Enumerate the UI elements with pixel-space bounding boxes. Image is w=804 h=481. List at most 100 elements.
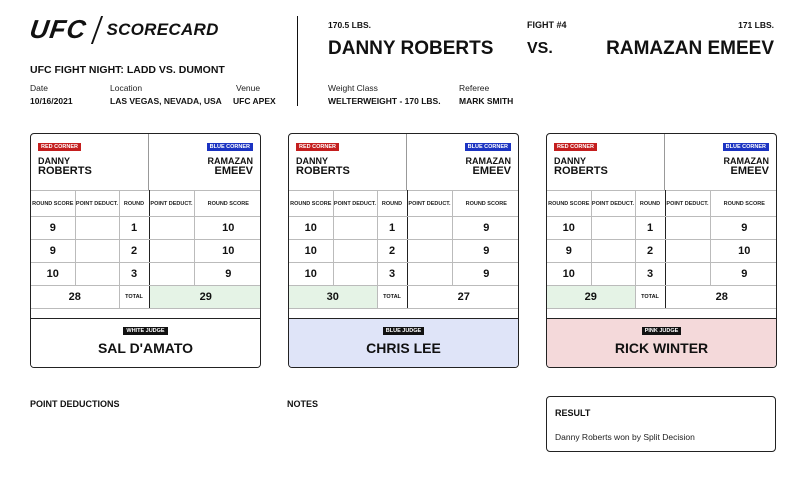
red-point-deduct <box>74 216 120 240</box>
blue-round-score: 10 <box>193 216 260 240</box>
round-number: 3 <box>376 262 408 286</box>
round-number: 1 <box>376 216 408 240</box>
judge-section: BLUE JUDGE CHRIS LEE <box>289 318 518 367</box>
blue-round-score: 9 <box>451 262 518 286</box>
weight-class-label: Weight Class <box>328 83 378 93</box>
round-header: ROUND <box>118 190 150 217</box>
judge-name: CHRIS LEE <box>366 340 441 356</box>
round-number: 2 <box>118 239 150 263</box>
result-box: RESULT Danny Roberts won by Split Decisi… <box>546 396 776 452</box>
blue-round-score: 10 <box>709 239 776 263</box>
red-round-score-header: ROUND SCORE <box>547 190 592 217</box>
card-blue-fighter: RAMAZAN EMEEV <box>466 156 512 177</box>
red-total-score: 29 <box>547 285 636 309</box>
card-red-fighter: DANNY ROBERTS <box>296 156 350 177</box>
blue-corner-badge: BLUE CORNER <box>206 143 253 151</box>
card-red-last-name: ROBERTS <box>296 165 350 177</box>
red-round-score: 10 <box>547 216 592 240</box>
venue-value: UFC APEX <box>233 96 276 106</box>
red-point-deduct <box>74 239 120 263</box>
card-header-divider <box>664 134 665 190</box>
judge-section: WHITE JUDGE SAL D'AMATO <box>31 318 260 367</box>
score-table: ROUND SCORE POINT DEDUCT. ROUND POINT DE… <box>31 190 260 309</box>
red-round-score: 9 <box>31 216 76 240</box>
red-point-deduct <box>590 239 636 263</box>
round-row: 9 2 10 <box>31 239 260 263</box>
card-fighter-header: RED CORNER DANNY ROBERTS BLUE CORNER RAM… <box>547 134 776 190</box>
blue-fighter-weight: 171 LBS. <box>738 20 774 30</box>
red-point-deduct <box>332 216 378 240</box>
blue-point-deduct <box>664 262 711 286</box>
blue-total-score: 28 <box>664 285 776 309</box>
blue-point-deduct-header: POINT DEDUCT. <box>664 190 711 217</box>
referee-label: Referee <box>459 83 490 93</box>
red-corner-badge: RED CORNER <box>554 143 597 151</box>
red-total-score: 28 <box>31 285 120 309</box>
red-point-deduct-header: POINT DEDUCT. <box>74 190 120 217</box>
round-row: 10 3 9 <box>289 262 518 286</box>
blue-round-score: 9 <box>451 216 518 240</box>
red-round-score: 10 <box>289 216 334 240</box>
judge-name: SAL D'AMATO <box>97 340 194 356</box>
judge-color-badge: WHITE JUDGE <box>123 327 168 335</box>
card-blue-last-name: EMEEV <box>472 165 511 177</box>
blue-round-score-header: ROUND SCORE <box>709 190 776 217</box>
round-header: ROUND <box>634 190 666 217</box>
red-round-score: 9 <box>31 239 76 263</box>
card-fighter-header: RED CORNER DANNY ROBERTS BLUE CORNER RAM… <box>31 134 260 190</box>
result-text: Danny Roberts won by Split Decision <box>555 432 695 442</box>
round-row: 10 3 9 <box>547 262 776 286</box>
round-row: 10 2 9 <box>289 239 518 263</box>
red-corner-badge: RED CORNER <box>38 143 81 151</box>
round-number: 3 <box>118 262 150 286</box>
card-red-fighter: DANNY ROBERTS <box>554 156 608 177</box>
header-divider <box>297 16 298 106</box>
round-row: 10 1 9 <box>289 216 518 240</box>
score-table-header: ROUND SCORE POINT DEDUCT. ROUND POINT DE… <box>547 190 776 217</box>
total-row: 28 TOTAL 29 <box>31 285 260 309</box>
blue-total-score: 27 <box>406 285 518 309</box>
red-round-score: 10 <box>289 262 334 286</box>
judge-color-badge: BLUE JUDGE <box>382 327 425 335</box>
blue-point-deduct-header: POINT DEDUCT. <box>406 190 453 217</box>
round-number: 3 <box>634 262 666 286</box>
total-row: 29 TOTAL 28 <box>547 285 776 309</box>
card-header-divider <box>148 134 149 190</box>
card-header-divider <box>406 134 407 190</box>
date-value: 10/16/2021 <box>30 96 73 106</box>
vs-label: VS. <box>527 40 553 57</box>
blue-round-score-header: ROUND SCORE <box>451 190 518 217</box>
red-round-score-header: ROUND SCORE <box>31 190 76 217</box>
round-number: 2 <box>634 239 666 263</box>
red-point-deduct <box>332 262 378 286</box>
total-label: TOTAL <box>118 285 150 309</box>
blue-point-deduct <box>664 216 711 240</box>
card-blue-fighter: RAMAZAN EMEEV <box>208 156 254 177</box>
location-value: LAS VEGAS, NEVADA, USA <box>110 96 222 106</box>
round-row: 10 3 9 <box>31 262 260 286</box>
blue-total-score: 29 <box>148 285 260 309</box>
blue-fighter-name: RAMAZAN EMEEV <box>606 38 774 59</box>
red-point-deduct <box>74 262 120 286</box>
blue-point-deduct <box>406 216 453 240</box>
red-fighter-weight: 170.5 LBS. <box>328 20 371 30</box>
round-header: ROUND <box>376 190 408 217</box>
card-red-last-name: ROBERTS <box>554 165 608 177</box>
red-point-deduct <box>332 239 378 263</box>
location-label: Location <box>110 83 143 93</box>
red-round-score-header: ROUND SCORE <box>289 190 334 217</box>
card-red-last-name: ROBERTS <box>38 165 92 177</box>
score-table-header: ROUND SCORE POINT DEDUCT. ROUND POINT DE… <box>289 190 518 217</box>
fight-number: FIGHT #4 <box>527 20 567 30</box>
red-round-score: 10 <box>31 262 76 286</box>
score-table-header: ROUND SCORE POINT DEDUCT. ROUND POINT DE… <box>31 190 260 217</box>
blue-round-score: 9 <box>451 239 518 263</box>
blue-round-score: 9 <box>709 216 776 240</box>
blue-point-deduct <box>148 216 195 240</box>
red-point-deduct <box>590 262 636 286</box>
ufc-logo: UFC SCORECARD <box>28 14 219 45</box>
blue-round-score: 9 <box>709 262 776 286</box>
red-point-deduct-header: POINT DEDUCT. <box>332 190 378 217</box>
blue-round-score: 10 <box>193 239 260 263</box>
notes-label: NOTES <box>287 399 319 409</box>
